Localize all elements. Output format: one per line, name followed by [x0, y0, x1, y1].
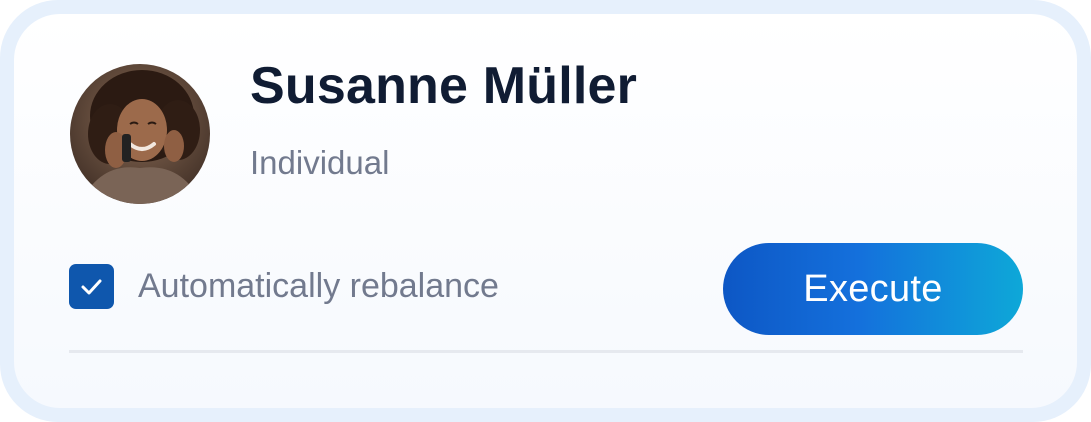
account-type-label: Individual — [250, 144, 390, 181]
avatar-photo-icon — [70, 64, 210, 204]
auto-rebalance-checkbox[interactable] — [69, 264, 114, 309]
execute-button[interactable]: Execute — [723, 243, 1023, 335]
divider — [69, 350, 1023, 353]
account-card: Susanne Müller Individual Automatically … — [14, 14, 1077, 408]
auto-rebalance-label[interactable]: Automatically rebalance — [138, 267, 499, 306]
avatar — [70, 64, 210, 204]
checkmark-icon — [81, 279, 102, 295]
account-card-frame: Susanne Müller Individual Automatically … — [0, 0, 1091, 422]
profile-name: Susanne Müller — [250, 57, 638, 115]
